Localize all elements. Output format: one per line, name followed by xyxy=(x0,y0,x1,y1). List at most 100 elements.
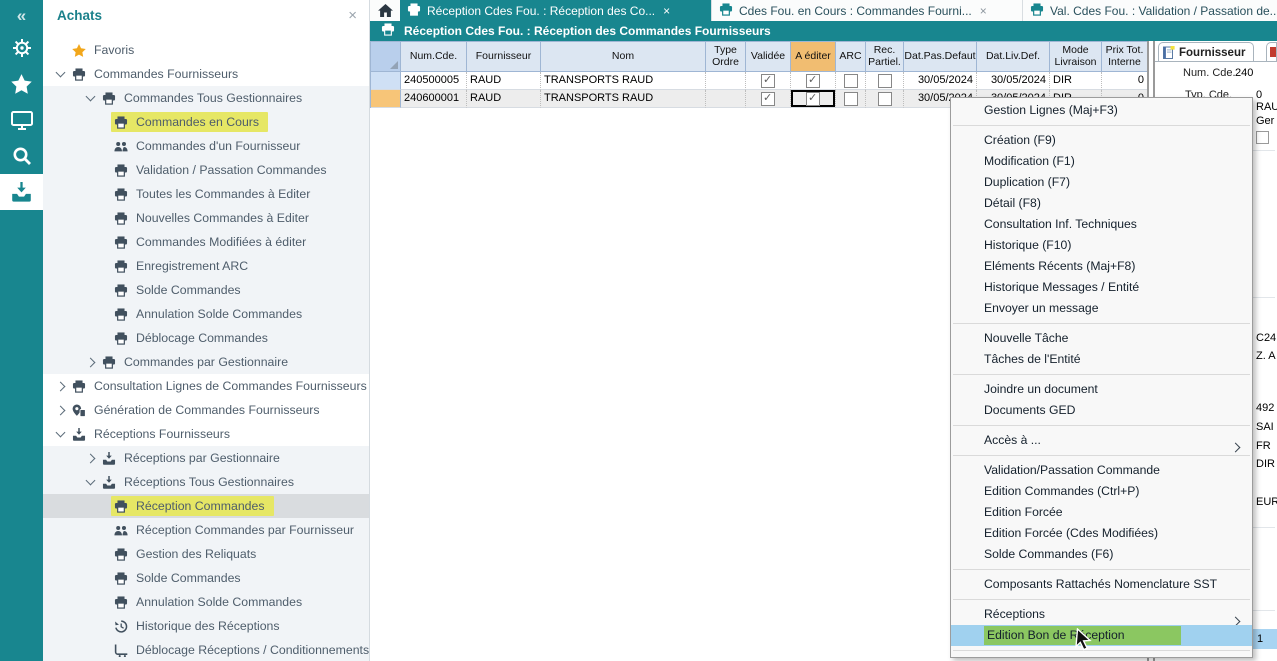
checkbox-aediter-checked[interactable] xyxy=(806,72,820,89)
close-icon[interactable]: × xyxy=(348,7,357,24)
cell-nom[interactable]: TRANSPORTS RAUD xyxy=(541,90,706,108)
checkbox-arc[interactable] xyxy=(843,91,858,106)
cell-arc[interactable] xyxy=(836,90,866,108)
column-header-aediter[interactable]: A éditer xyxy=(791,42,836,72)
cell-validee[interactable] xyxy=(746,72,791,90)
chevron-down-icon[interactable] xyxy=(81,91,99,102)
sidebar-item-annulation-solde-commandes[interactable]: Annulation Solde Commandes xyxy=(43,302,369,326)
sidebar-item-d-blocage-r-ceptions-conditionnements[interactable]: Déblocage Réceptions / Conditionnements xyxy=(43,638,369,661)
cell-type[interactable] xyxy=(706,90,746,108)
sidebar-item-historique-des-r-ceptions[interactable]: Historique des Réceptions xyxy=(43,614,369,638)
chevron-right-icon[interactable] xyxy=(51,381,69,391)
menu-item-envoyer-un-message[interactable]: Envoyer un message xyxy=(951,298,1252,319)
sidebar-item-annulation-solde-commandes[interactable]: Annulation Solde Commandes xyxy=(43,590,369,614)
cell-datliv[interactable]: 30/05/2024 xyxy=(977,72,1050,90)
field-checkbox[interactable] xyxy=(1256,131,1269,144)
sidebar-item-favoris[interactable]: Favoris xyxy=(43,38,369,62)
settings-icon[interactable] xyxy=(0,30,43,66)
tab-close-icon[interactable]: × xyxy=(980,4,987,18)
checkbox-validee-checked[interactable] xyxy=(761,90,775,107)
column-header-prix[interactable]: Prix Tot. Interne xyxy=(1102,42,1148,72)
tab-next-sliver[interactable] xyxy=(1266,42,1277,62)
column-header-validee[interactable]: Validée xyxy=(746,42,791,72)
cell-aediter[interactable] xyxy=(791,90,836,108)
menu-item-documents-ged[interactable]: Documents GED xyxy=(951,400,1252,421)
menu-item-r-ceptions[interactable]: Réceptions xyxy=(951,604,1252,627)
favorites-icon[interactable] xyxy=(0,66,43,102)
tab-1[interactable]: Réception Cdes Fou. : Réception des Co..… xyxy=(400,0,712,21)
sidebar-item-consultation-lignes-de-commandes-fournisseurs[interactable]: Consultation Lignes de Commandes Fournis… xyxy=(43,374,369,398)
menu-item-nouvelle-t-che[interactable]: Nouvelle Tâche xyxy=(951,328,1252,349)
sidebar-item-toutes-les-commandes-editer[interactable]: Toutes les Commandes à Editer xyxy=(43,182,369,206)
checkbox-aediter-checked[interactable] xyxy=(806,90,820,107)
chevron-down-icon[interactable] xyxy=(81,475,99,486)
tab-2[interactable]: Cdes Fou. en Cours : Commandes Fourni...… xyxy=(712,0,1023,21)
cell-nom[interactable]: TRANSPORTS RAUD xyxy=(541,72,706,90)
sidebar-item-validation-passation-commandes[interactable]: Validation / Passation Commandes xyxy=(43,158,369,182)
menu-item-duplication-f7[interactable]: Duplication (F7) xyxy=(951,172,1252,193)
sidebar-item-commandes-modifi-es-diter[interactable]: Commandes Modifiées à éditer xyxy=(43,230,369,254)
cell-rec[interactable] xyxy=(866,72,904,90)
cell-fourn[interactable]: RAUD xyxy=(467,72,541,90)
cell-aediter[interactable] xyxy=(791,72,836,90)
receptions-module-icon[interactable] xyxy=(0,174,43,210)
screens-icon[interactable] xyxy=(0,102,43,138)
sidebar-item-commandes-tous-gestionnaires[interactable]: Commandes Tous Gestionnaires xyxy=(43,86,369,110)
sidebar-item-r-ception-commandes[interactable]: Réception Commandes xyxy=(43,494,369,518)
menu-item-composants-rattach-s-nomenclature-sst[interactable]: Composants Rattachés Nomenclature SST xyxy=(951,574,1252,595)
tab-3[interactable]: Val. Cdes Fou. : Validation / Passation … xyxy=(1023,0,1277,21)
cell-fourn[interactable]: RAUD xyxy=(467,90,541,108)
column-header-type[interactable]: Type Ordre xyxy=(706,42,746,72)
sidebar-item-r-ceptions-fournisseurs[interactable]: Réceptions Fournisseurs xyxy=(43,422,369,446)
checkbox-rec[interactable] xyxy=(877,91,892,106)
column-header-fourn[interactable]: Fournisseur xyxy=(467,42,541,72)
cell-datpas[interactable]: 30/05/2024 xyxy=(904,72,977,90)
cell-validee[interactable] xyxy=(746,90,791,108)
sidebar-item-solde-commandes[interactable]: Solde Commandes xyxy=(43,278,369,302)
column-header-nom[interactable]: Nom xyxy=(541,42,706,72)
menu-item-historique-f10[interactable]: Historique (F10) xyxy=(951,235,1252,256)
column-header-sel[interactable] xyxy=(371,42,401,72)
cell-type[interactable] xyxy=(706,72,746,90)
chevron-right-icon[interactable] xyxy=(81,357,99,367)
chevron-right-icon[interactable] xyxy=(81,453,99,463)
menu-item-consultation-inf-techniques[interactable]: Consultation Inf. Techniques xyxy=(951,214,1252,235)
chevron-down-icon[interactable] xyxy=(51,427,69,438)
column-header-datliv[interactable]: Dat.Liv.Def. xyxy=(977,42,1050,72)
tab-fournisseur[interactable]: Fournisseur xyxy=(1158,42,1255,62)
sidebar-item-d-blocage-commandes[interactable]: Déblocage Commandes xyxy=(43,326,369,350)
cell-num[interactable]: 240600001 xyxy=(401,90,467,108)
row-selector[interactable] xyxy=(371,90,401,108)
tab-close-icon[interactable]: × xyxy=(663,4,670,18)
menu-item-historique-messages-entit[interactable]: Historique Messages / Entité xyxy=(951,277,1252,298)
menu-item-acc-s[interactable]: Accès à ... xyxy=(951,430,1252,453)
sidebar-item-commandes-d-un-fournisseur[interactable]: Commandes d'un Fournisseur xyxy=(43,134,369,158)
cell-arc[interactable] xyxy=(836,72,866,90)
chevron-down-icon[interactable] xyxy=(51,67,69,78)
collapse-sidebar-icon[interactable]: « xyxy=(0,0,43,30)
menu-item-edition-bon-de-r-ception[interactable]: Edition Bon de Réception xyxy=(951,625,1252,646)
menu-item-modification-f1[interactable]: Modification (F1) xyxy=(951,151,1252,172)
sidebar-item-commandes-par-gestionnaire[interactable]: Commandes par Gestionnaire xyxy=(43,350,369,374)
sidebar-item-commandes-fournisseurs[interactable]: Commandes Fournisseurs xyxy=(43,62,369,86)
row-selector[interactable] xyxy=(371,72,401,90)
cell-num[interactable]: 240500005 xyxy=(401,72,467,90)
menu-item-validation-passation-commande[interactable]: Validation/Passation Commande xyxy=(951,460,1252,481)
sidebar-item-r-ception-commandes-par-fournisseur[interactable]: Réception Commandes par Fournisseur xyxy=(43,518,369,542)
checkbox-arc[interactable] xyxy=(843,73,858,88)
column-header-arc[interactable]: ARC xyxy=(836,42,866,72)
sidebar-item-g-n-ration-de-commandes-fournisseurs[interactable]: Génération de Commandes Fournisseurs xyxy=(43,398,369,422)
sidebar-item-gestion-des-reliquats[interactable]: Gestion des Reliquats xyxy=(43,542,369,566)
menu-item-edition-commandes-ctrl-p[interactable]: Edition Commandes (Ctrl+P) xyxy=(951,481,1252,502)
menu-item-t-ches-de-l-entit[interactable]: Tâches de l'Entité xyxy=(951,349,1252,370)
sidebar-item-enregistrement-arc[interactable]: Enregistrement ARC xyxy=(43,254,369,278)
cell-rec[interactable] xyxy=(866,90,904,108)
sidebar-item-r-ceptions-par-gestionnaire[interactable]: Réceptions par Gestionnaire xyxy=(43,446,369,470)
menu-item-joindre-un-document[interactable]: Joindre un document xyxy=(951,379,1252,400)
cell-prix[interactable]: 0 xyxy=(1102,72,1148,90)
sidebar-item-r-ceptions-tous-gestionnaires[interactable]: Réceptions Tous Gestionnaires xyxy=(43,470,369,494)
menu-item-gestion-lignes-maj-f3[interactable]: Gestion Lignes (Maj+F3) xyxy=(951,100,1252,121)
menu-item-cr-ation-f9[interactable]: Création (F9) xyxy=(951,130,1252,151)
menu-item-solde-commandes-f6[interactable]: Solde Commandes (F6) xyxy=(951,544,1252,565)
checkbox-rec[interactable] xyxy=(877,73,892,88)
